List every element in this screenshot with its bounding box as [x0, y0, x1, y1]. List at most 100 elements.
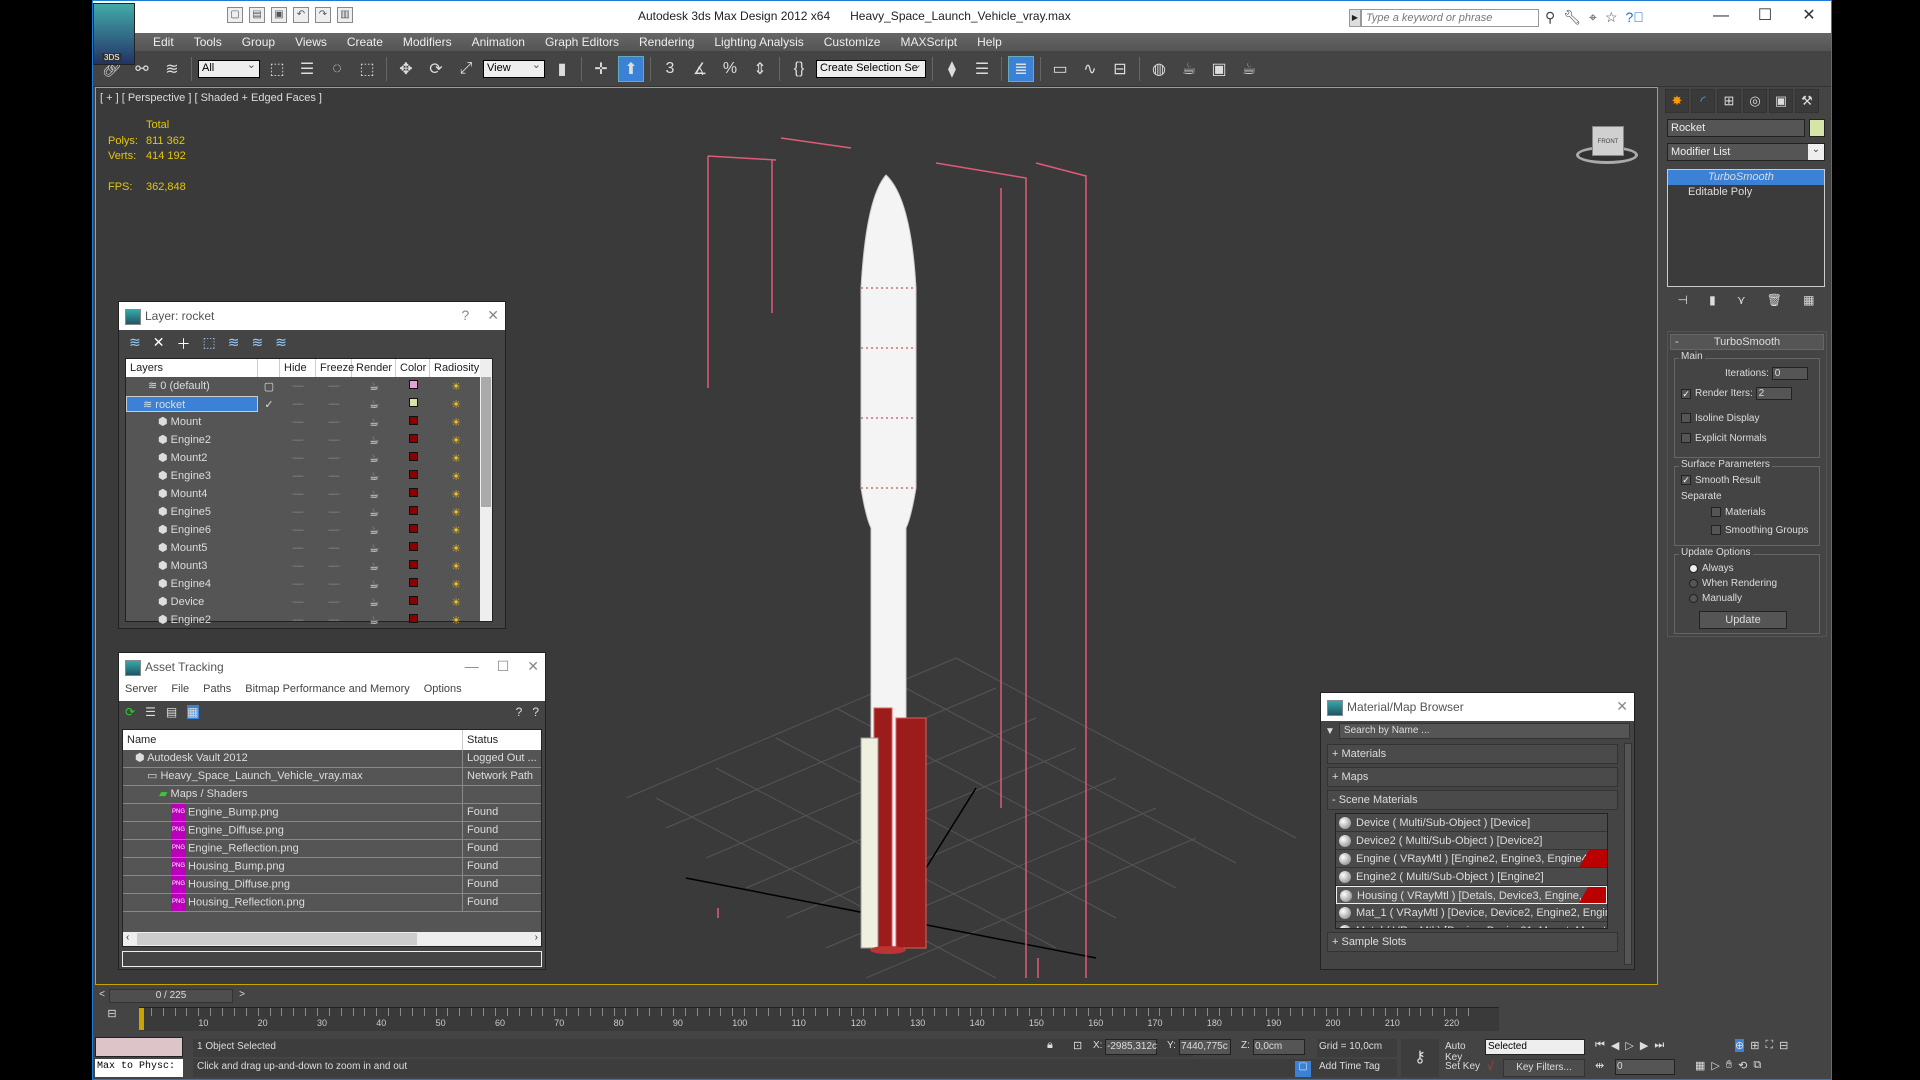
- freeze-toggle[interactable]: —: [316, 506, 352, 518]
- layer-color-swatch[interactable]: [396, 380, 430, 392]
- bind-space-warp-icon[interactable]: ≋: [159, 56, 185, 82]
- hide-toggle[interactable]: —: [280, 524, 316, 536]
- viewcube-face[interactable]: FRONT: [1592, 126, 1624, 156]
- stack-item-editable-poly[interactable]: Editable Poly: [1668, 185, 1824, 200]
- render-teapot-icon[interactable]: ☕︎: [352, 560, 396, 573]
- time-slider-next-button[interactable]: >: [235, 989, 249, 1003]
- selection-lock-icon[interactable]: 🔒︎: [1047, 1039, 1053, 1052]
- hierarchy-tab-icon[interactable]: ⊞: [1717, 89, 1741, 113]
- delete-layer-icon[interactable]: ✕: [153, 334, 165, 354]
- new-file-icon[interactable]: ▢: [227, 7, 243, 23]
- display-tab-icon[interactable]: ▣: [1769, 89, 1793, 113]
- freeze-toggle[interactable]: —: [316, 596, 352, 608]
- layer-column-hide[interactable]: Hide: [280, 359, 316, 377]
- close-button[interactable]: ✕: [1616, 698, 1628, 715]
- layer-color-swatch[interactable]: [396, 398, 430, 410]
- menu-help[interactable]: Help: [967, 33, 1012, 51]
- isoline-display-checkbox[interactable]: [1681, 413, 1691, 424]
- explicit-normals-checkbox[interactable]: [1681, 433, 1691, 444]
- manipulate-icon[interactable]: ✛: [588, 56, 614, 82]
- close-button[interactable]: ✕: [487, 307, 499, 324]
- menu-create[interactable]: Create: [337, 33, 393, 51]
- layer-column-layers[interactable]: Layers: [126, 359, 258, 377]
- material-item[interactable]: Metal ( VRayMtl ) [Device, Device21, Mou…: [1336, 922, 1607, 928]
- render-teapot-icon[interactable]: ☕︎: [352, 542, 396, 555]
- radiosity-icon[interactable]: ☀: [430, 542, 482, 555]
- radiosity-icon[interactable]: ☀: [430, 524, 482, 537]
- layer-row[interactable]: ≋ 0 (default) ▢ — — ☕︎ ☀: [126, 377, 492, 395]
- render-teapot-icon[interactable]: ☕︎: [352, 596, 396, 609]
- render-teapot-icon[interactable]: ☕︎: [352, 398, 396, 411]
- hide-toggle[interactable]: —: [280, 488, 316, 500]
- help-icon[interactable]: ?: [516, 705, 523, 719]
- asset-row[interactable]: PNG Engine_Diffuse.png Found: [123, 822, 541, 840]
- pan-view-icon[interactable]: ✋︎: [1726, 1059, 1732, 1072]
- radiosity-icon[interactable]: ☀: [430, 488, 482, 501]
- maximize-button[interactable]: ☐: [1743, 1, 1787, 33]
- key-mode-toggle-icon[interactable]: ⇹: [1595, 1059, 1604, 1072]
- smoothing-groups-checkbox[interactable]: [1711, 525, 1721, 536]
- selection-filter-dropdown[interactable]: All: [198, 58, 260, 78]
- material-item[interactable]: Engine2 ( Multi/Sub-Object ) [Engine2]: [1336, 868, 1607, 886]
- remove-modifier-icon[interactable]: 🗑︎: [1767, 293, 1782, 307]
- menu-group[interactable]: Group: [232, 33, 285, 51]
- key-filters-button[interactable]: Key Filters...: [1503, 1059, 1585, 1077]
- layer-row[interactable]: ⬢ Device — — ☕︎ ☀: [126, 593, 492, 611]
- scroll-left-icon[interactable]: ‹: [126, 932, 129, 943]
- layer-column-color[interactable]: Color: [396, 359, 430, 377]
- minimize-button[interactable]: —: [465, 658, 479, 675]
- object-color-swatch[interactable]: [1809, 119, 1825, 137]
- menu-tools[interactable]: Tools: [184, 33, 232, 51]
- align-icon[interactable]: ☰: [969, 56, 995, 82]
- time-tag-icon[interactable]: ▢: [1295, 1061, 1311, 1077]
- layer-name[interactable]: ⬢ Engine5: [126, 504, 258, 520]
- set-key-icon[interactable]: ⚷: [1401, 1039, 1439, 1077]
- layer-color-swatch[interactable]: [396, 542, 430, 554]
- maximize-button[interactable]: ☐: [497, 658, 510, 675]
- binoculars-icon[interactable]: ⚲: [1545, 9, 1555, 26]
- freeze-toggle[interactable]: —: [316, 614, 352, 626]
- render-teapot-icon[interactable]: ☕︎: [352, 578, 396, 591]
- material-item[interactable]: Housing ( VRayMtl ) [Detals, Device3, En…: [1336, 886, 1607, 904]
- menu-edit[interactable]: Edit: [143, 33, 184, 51]
- radiosity-icon[interactable]: ☀: [430, 560, 482, 573]
- default-tangents-icon[interactable]: √: [1487, 1059, 1494, 1073]
- context-help-icon[interactable]: ?: [532, 705, 539, 719]
- key-icon[interactable]: 🔧︎: [1563, 9, 1581, 26]
- highlight-selected-layer-icon[interactable]: ≋: [228, 334, 240, 354]
- zoom-icon[interactable]: ⊕: [1735, 1039, 1745, 1052]
- scale-icon[interactable]: ⤢: [453, 56, 479, 82]
- radiosity-icon[interactable]: ☀: [430, 380, 482, 393]
- rotate-icon[interactable]: ⟳: [423, 56, 449, 82]
- radiosity-icon[interactable]: ☀: [430, 398, 482, 411]
- zoom-all-icon[interactable]: ⊞: [1750, 1039, 1759, 1052]
- x-coordinate-field[interactable]: -2985,312c: [1105, 1039, 1157, 1055]
- browser-scrollbar[interactable]: [1624, 743, 1632, 965]
- create-tab-icon[interactable]: ✸: [1665, 89, 1689, 113]
- application-menu-button[interactable]: 3DS: [93, 3, 135, 65]
- hide-toggle[interactable]: —: [280, 578, 316, 590]
- hide-toggle[interactable]: —: [280, 614, 316, 626]
- layer-color-swatch[interactable]: [396, 452, 430, 464]
- hide-toggle[interactable]: —: [280, 560, 316, 572]
- reference-coordinate-dropdown[interactable]: View: [483, 58, 545, 78]
- layer-name[interactable]: ⬢ Mount2: [126, 450, 258, 466]
- project-folder-icon[interactable]: ▥: [337, 7, 353, 23]
- list-view-icon[interactable]: ☰: [145, 705, 156, 719]
- layer-color-swatch[interactable]: [396, 614, 430, 626]
- hide-unhide-all-icon[interactable]: ≋: [251, 334, 263, 354]
- render-teapot-icon[interactable]: ☕︎: [352, 614, 396, 627]
- layer-name[interactable]: ⬢ Device: [126, 594, 258, 610]
- render-teapot-icon[interactable]: ☕︎: [352, 434, 396, 447]
- viewport-label[interactable]: [ + ] [ Perspective ] [ Shaded + Edged F…: [100, 92, 322, 104]
- asset-menu-options[interactable]: Options: [424, 683, 462, 699]
- maxscript-mini-listener[interactable]: [95, 1037, 183, 1057]
- rollout-header[interactable]: - TurboSmooth: [1670, 334, 1824, 350]
- hide-toggle[interactable]: —: [280, 416, 316, 428]
- satellite-icon[interactable]: ⌖: [1589, 9, 1597, 26]
- search-by-name-input[interactable]: Search by Name ...: [1338, 723, 1630, 739]
- horizontal-scrollbar[interactable]: ‹ ›: [123, 932, 541, 946]
- layer-row[interactable]: ⬢ Mount — — ☕︎ ☀: [126, 413, 492, 431]
- material-editor-icon[interactable]: ◍: [1146, 56, 1172, 82]
- named-selection-dropdown[interactable]: Create Selection Se: [816, 58, 926, 78]
